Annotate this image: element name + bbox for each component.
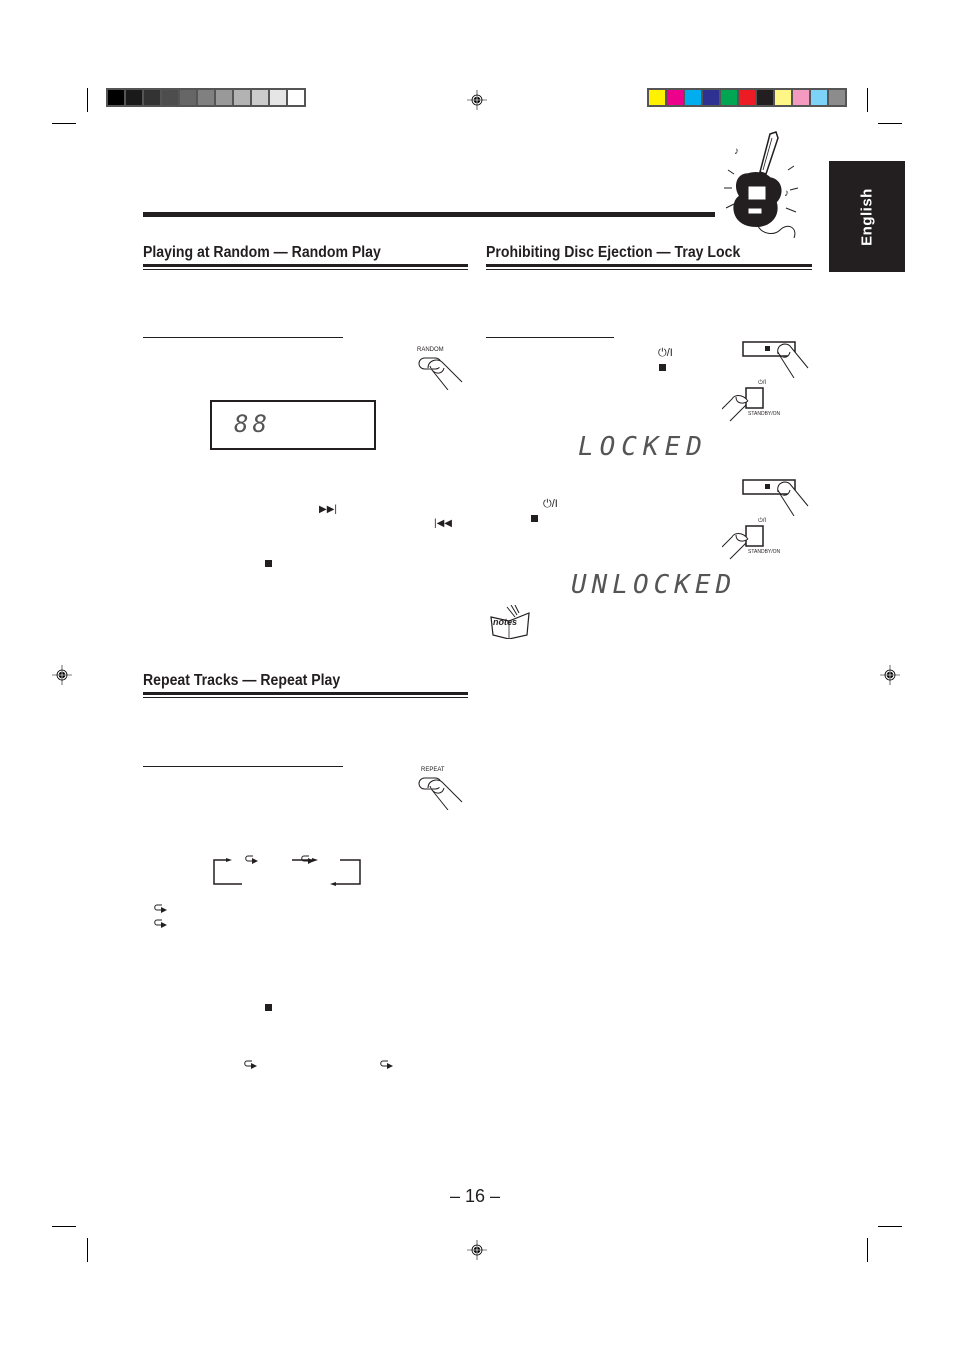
color-swatch bbox=[667, 90, 683, 105]
color-swatch bbox=[811, 90, 827, 105]
color-swatch bbox=[703, 90, 719, 105]
random-display-panel: 88 bbox=[210, 400, 376, 450]
crop-mark bbox=[87, 1238, 88, 1262]
color-swatch bbox=[288, 90, 304, 105]
crop-mark bbox=[87, 88, 88, 112]
tray-lock-heading: Prohibiting Disc Ejection — Tray Lock bbox=[486, 244, 741, 261]
color-swatch bbox=[649, 90, 665, 105]
color-swatch bbox=[685, 90, 701, 105]
heading-rule bbox=[143, 264, 468, 267]
heading-rule bbox=[143, 692, 468, 695]
stop-icon bbox=[531, 515, 538, 522]
language-tab: English bbox=[829, 161, 905, 272]
color-swatch bbox=[144, 90, 160, 105]
registration-mark-icon bbox=[52, 665, 72, 685]
crop-mark bbox=[878, 1226, 902, 1227]
subsection-rule bbox=[143, 337, 343, 338]
color-swatch bbox=[162, 90, 178, 105]
language-tab-label: English bbox=[858, 187, 876, 246]
power-symbol-icon: ⏻/I bbox=[543, 498, 558, 510]
repeat-play-heading: Repeat Tracks — Repeat Play bbox=[143, 672, 341, 689]
process-color-bar bbox=[647, 88, 847, 107]
grayscale-color-bar bbox=[106, 88, 306, 107]
standby-button-press-icon[interactable] bbox=[722, 387, 778, 423]
repeat-one-icon bbox=[244, 1060, 257, 1069]
notes-label: notes bbox=[493, 617, 518, 627]
power-symbol-label: ⏻/I bbox=[758, 380, 767, 386]
header-rule bbox=[143, 212, 715, 217]
stop-button-press-icon[interactable] bbox=[742, 340, 810, 378]
repeat-all-icon bbox=[380, 1060, 393, 1069]
svg-text:♪: ♪ bbox=[784, 188, 789, 199]
standby-button-label: STANDBY/ON bbox=[748, 549, 781, 555]
registration-mark-icon bbox=[880, 665, 900, 685]
stop-icon bbox=[265, 560, 272, 567]
repeat-one-icon bbox=[154, 904, 167, 913]
repeat-mode-cycle-diagram bbox=[213, 858, 361, 886]
color-swatch bbox=[721, 90, 737, 105]
color-swatch bbox=[252, 90, 268, 105]
power-symbol-icon: ⏻/I bbox=[658, 347, 673, 359]
color-swatch bbox=[775, 90, 791, 105]
subsection-rule bbox=[486, 337, 614, 338]
repeat-all-icon bbox=[154, 919, 167, 928]
repeat-button-press-icon[interactable] bbox=[418, 774, 466, 810]
color-swatch bbox=[270, 90, 286, 105]
previous-track-icon: |◀◀ bbox=[434, 518, 452, 529]
guitar-illustration-icon: ♪ ♪ bbox=[724, 131, 799, 239]
repeat-all-icon bbox=[301, 855, 314, 864]
crop-mark bbox=[878, 123, 902, 124]
crop-mark bbox=[867, 1238, 868, 1262]
locked-display: LOCKED bbox=[578, 432, 708, 462]
svg-text:♪: ♪ bbox=[734, 146, 739, 157]
color-swatch bbox=[216, 90, 232, 105]
heading-rule bbox=[143, 697, 468, 698]
unlocked-display: UNLOCKED bbox=[571, 570, 737, 600]
standby-button-label: STANDBY/ON bbox=[748, 411, 781, 417]
subsection-rule bbox=[143, 766, 343, 767]
crop-mark bbox=[52, 1226, 76, 1227]
random-play-heading: Playing at Random — Random Play bbox=[143, 244, 381, 261]
heading-rule bbox=[486, 264, 812, 267]
heading-rule bbox=[486, 269, 812, 270]
registration-mark-icon bbox=[467, 1240, 487, 1260]
color-swatch bbox=[793, 90, 809, 105]
page-number: – 16 – bbox=[450, 1186, 501, 1206]
random-button-label: RANDOM bbox=[417, 347, 444, 353]
repeat-button-label: REPEAT bbox=[421, 767, 445, 773]
color-swatch bbox=[739, 90, 755, 105]
next-track-icon: ▶▶| bbox=[319, 504, 337, 515]
color-swatch bbox=[108, 90, 124, 105]
repeat-one-icon bbox=[245, 855, 258, 864]
stop-icon bbox=[265, 1004, 272, 1011]
color-swatch bbox=[757, 90, 773, 105]
stop-button-press-icon[interactable] bbox=[742, 478, 810, 516]
crop-mark bbox=[867, 88, 868, 112]
color-swatch bbox=[829, 90, 845, 105]
crop-mark bbox=[52, 123, 76, 124]
color-swatch bbox=[180, 90, 196, 105]
color-swatch bbox=[126, 90, 142, 105]
random-button-press-icon[interactable] bbox=[418, 354, 466, 390]
color-swatch bbox=[234, 90, 250, 105]
registration-mark-icon bbox=[467, 90, 487, 110]
track-number-display: 88 bbox=[234, 410, 271, 438]
color-swatch bbox=[198, 90, 214, 105]
power-symbol-label: ⏻/I bbox=[758, 518, 767, 524]
heading-rule bbox=[143, 269, 468, 270]
standby-button-press-icon[interactable] bbox=[722, 525, 778, 561]
stop-icon bbox=[659, 364, 666, 371]
